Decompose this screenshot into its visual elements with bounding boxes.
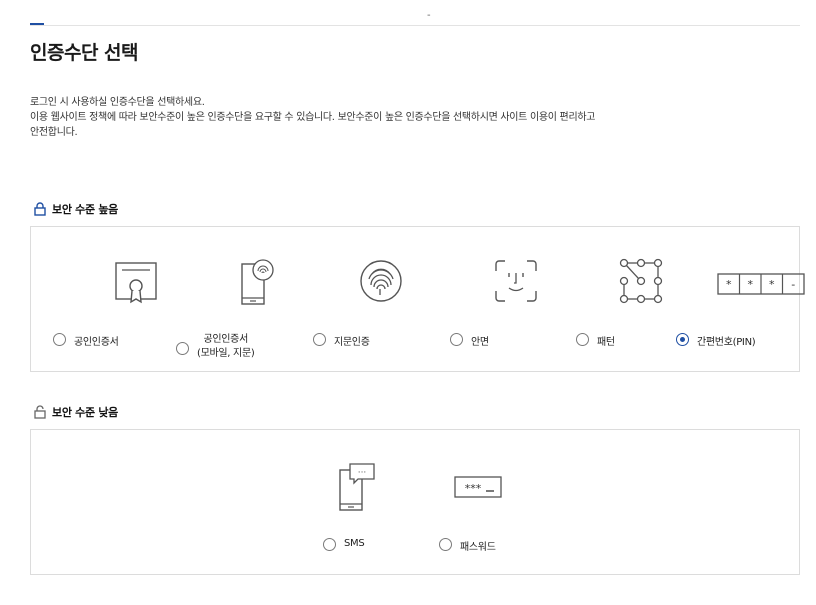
pin-radio[interactable]	[676, 333, 689, 346]
header-divider	[30, 25, 800, 26]
password-label: 패스워드	[460, 542, 496, 553]
face-label: 안면	[471, 337, 489, 348]
option-face-radio-row[interactable]: 안면	[450, 333, 489, 348]
face-radio[interactable]	[450, 333, 463, 346]
description-line-1: 로그인 시 사용하실 인증수단을 선택하세요.	[30, 97, 205, 108]
page-title: 인증수단 선택	[30, 42, 139, 64]
option-fingerprint-radio-row[interactable]: 지문인증	[313, 333, 370, 348]
pin-label: 간편번호(PIN)	[697, 337, 756, 348]
sms-icon: ···	[339, 463, 375, 511]
password-icon: ***	[454, 476, 502, 498]
option-mobile-certificate-radio-row[interactable]: 공인인증서 (모바일, 지문)	[176, 333, 255, 361]
header-dash: -	[427, 10, 431, 21]
certificate-icon	[115, 262, 157, 304]
pin-icon: * * * -	[717, 273, 805, 295]
description-line-3: 안전합니다.	[30, 127, 78, 138]
password-radio[interactable]	[439, 538, 452, 551]
page-description: 로그인 시 사용하실 인증수단을 선택하세요. 이용 웹사이트 정책에 따라 보…	[30, 95, 800, 140]
fingerprint-radio[interactable]	[313, 333, 326, 346]
mobile-certificate-radio[interactable]	[176, 342, 189, 355]
pattern-icon	[619, 258, 663, 304]
pin-star-2: *	[747, 278, 753, 291]
low-security-options: ··· SMS *** 패스워드	[30, 429, 800, 575]
fingerprint-label: 지문인증	[334, 337, 370, 348]
mobile-certificate-label-line2: (모바일, 지문)	[197, 348, 255, 359]
description-line-2: 이용 웹사이트 정책에 따라 보안수준이 높은 인증수단을 요구할 수 있습니다…	[30, 112, 596, 123]
certificate-radio[interactable]	[53, 333, 66, 346]
password-dots: ***	[465, 482, 482, 495]
mobile-certificate-icon	[241, 259, 274, 305]
lock-closed-icon	[34, 202, 46, 216]
pattern-label: 패턴	[597, 337, 615, 348]
mobile-certificate-label: 공인인증서 (모바일, 지문)	[197, 333, 255, 361]
mobile-certificate-label-line1: 공인인증서	[203, 334, 248, 345]
pin-dash: -	[791, 278, 795, 291]
section-title-high: 보안 수준 높음	[34, 201, 118, 217]
section-title-low: 보안 수준 낮음	[34, 404, 118, 420]
option-password-radio-row[interactable]: 패스워드	[439, 538, 496, 553]
option-sms-radio-row[interactable]: SMS	[323, 538, 365, 551]
section-title-high-text: 보안 수준 높음	[52, 203, 118, 216]
pin-star-1: *	[726, 278, 732, 291]
option-pattern-radio-row[interactable]: 패턴	[576, 333, 615, 348]
sms-dots: ···	[358, 468, 367, 478]
pin-star-3: *	[769, 278, 775, 291]
section-title-low-text: 보안 수준 낮음	[52, 406, 118, 419]
lock-open-icon	[34, 405, 46, 419]
fingerprint-icon	[360, 260, 402, 302]
sms-label: SMS	[344, 538, 365, 549]
option-certificate-radio-row[interactable]: 공인인증서	[53, 333, 119, 348]
option-pin-radio-row[interactable]: 간편번호(PIN)	[676, 333, 756, 348]
certificate-label: 공인인증서	[74, 337, 119, 348]
high-security-options: 공인인증서 공인인증서 (모바일, 지문) 지문인증 안면 패턴 * * * -…	[30, 226, 805, 372]
sms-radio[interactable]	[323, 538, 336, 551]
face-id-icon	[495, 260, 537, 302]
pattern-radio[interactable]	[576, 333, 589, 346]
